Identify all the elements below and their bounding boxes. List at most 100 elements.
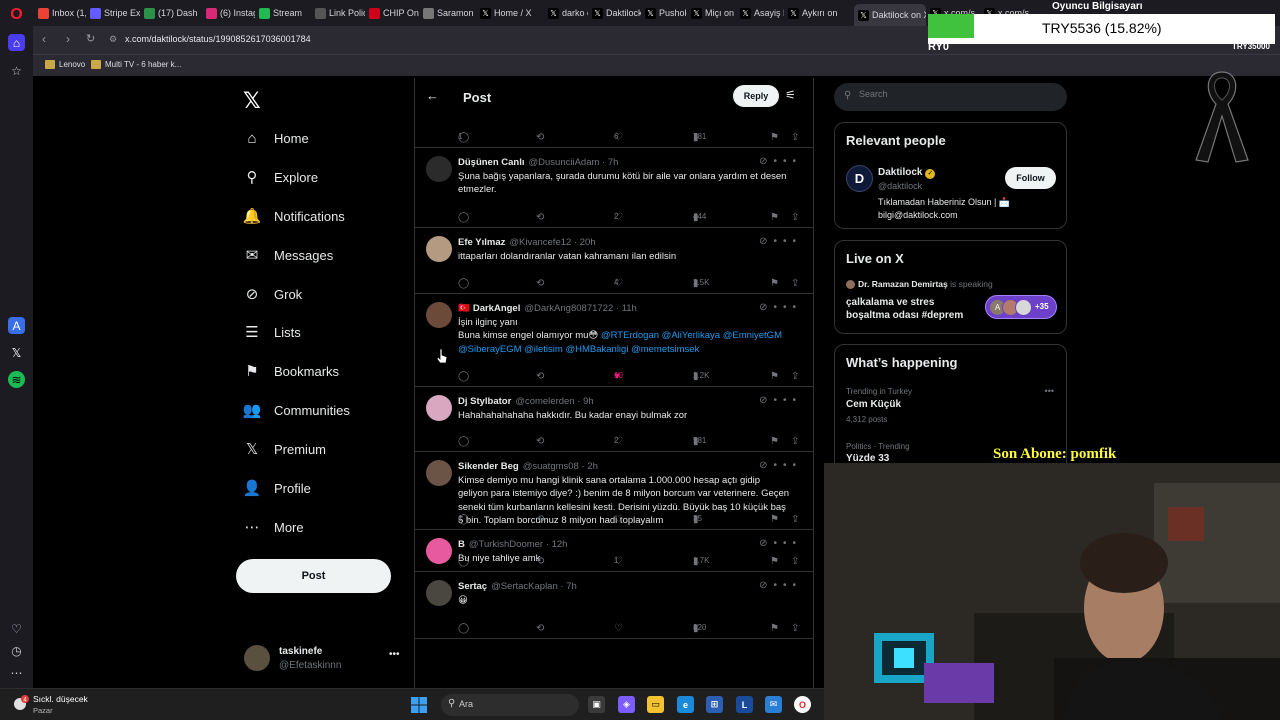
task-view-icon[interactable]: ▣ — [588, 696, 605, 713]
browser-tab[interactable]: CHIP Onl — [369, 4, 419, 22]
browser-tab[interactable]: Inbox (1, — [38, 4, 86, 22]
browser-tab[interactable]: 𝕏Daktilock on X: — [854, 4, 926, 26]
tweet-time[interactable]: 20h — [580, 237, 596, 248]
back-arrow-icon[interactable]: ← — [426, 88, 439, 103]
grok-icon[interactable]: ⊘ — [759, 460, 773, 471]
tweet[interactable]: B @TurkishDoomer · 12h ⊘••• Bu niye tahliye… — [415, 530, 813, 572]
bookmark-multi-tv[interactable]: Multi TV - 6 haber k... — [91, 60, 181, 69]
spotify-icon[interactable]: ≋ — [8, 371, 25, 388]
tweet-author-handle[interactable]: @Kivancefe12 — [509, 237, 571, 248]
opera-icon[interactable]: O — [794, 696, 811, 713]
grok-icon[interactable]: ⊘ — [759, 302, 773, 313]
profile-name[interactable]: Daktilock ✓ — [878, 167, 936, 179]
x-logo-icon[interactable]: 𝕏 — [243, 88, 261, 114]
grok-icon[interactable]: ⊘ — [759, 236, 773, 247]
tweet-author-name[interactable]: Düşünen Canlı — [458, 157, 525, 168]
bookmark-lenovo[interactable]: Lenovo — [45, 60, 85, 69]
tweet[interactable]: Sertaç @SertacKaplan · 7h ⊘••• 😀 ◯ ⟲ ♡ ▮ 820 ⚑ ⇪ — [415, 572, 813, 639]
tweet-author-handle[interactable]: @DarkAng80871722 — [524, 303, 613, 314]
live-on-x-card[interactable]: Live on X Dr. Ramazan Demirtaş is speaki… — [834, 240, 1067, 334]
live-listeners-pill[interactable]: A +35 — [985, 295, 1057, 319]
avatar[interactable] — [426, 460, 452, 486]
more-icon[interactable]: ••• — [773, 236, 802, 247]
tweet-author-handle[interactable]: @TurkishDoomer — [469, 539, 543, 550]
filter-settings-icon[interactable]: ⚟ — [785, 88, 796, 102]
post-button[interactable]: Post — [236, 559, 391, 593]
history-icon[interactable]: ◷ — [8, 642, 25, 659]
more-icon[interactable]: ••• — [773, 302, 802, 313]
edge-icon[interactable]: e — [677, 696, 694, 713]
back-icon[interactable]: ‹ — [42, 32, 46, 46]
browser-tab[interactable]: 𝕏darko on — [548, 4, 588, 22]
tweet[interactable]: Efe Yılmaz @Kivancefe12 · 20h ⊘••• ittaparl… — [415, 228, 813, 294]
grok-icon[interactable]: ⊘ — [759, 538, 773, 549]
more-icon[interactable]: ••• — [773, 538, 802, 549]
grok-icon[interactable]: ⊘ — [759, 580, 773, 591]
avatar[interactable] — [426, 538, 452, 564]
tweet-author-handle[interactable]: @DusunciiAdam — [529, 157, 600, 168]
avatar[interactable] — [426, 395, 452, 421]
mention-link[interactable]: @memetsimsek — [631, 344, 699, 355]
tweet-author-name[interactable]: DarkAngel — [473, 303, 521, 314]
tweet[interactable]: Dj Stylbator @comelerden · 9h ⊘••• Hahahaha… — [415, 387, 813, 452]
forward-icon[interactable]: › — [66, 32, 70, 46]
file-explorer-icon[interactable]: ▭ — [647, 696, 664, 713]
mention-link[interactable]: @SiberayEGM — [458, 344, 522, 355]
tweet[interactable]: Sikender Beg @suatgms08 · 2h ⊘••• Kimse dem… — [415, 452, 813, 530]
nav-item-lists[interactable]: ☰ Lists — [243, 320, 300, 344]
tweet-author-handle[interactable]: @suatgms08 — [523, 461, 579, 472]
reload-icon[interactable]: ↻ — [86, 32, 95, 45]
star-icon[interactable]: ☆ — [8, 62, 25, 79]
avatar[interactable] — [426, 580, 452, 606]
tweet-time[interactable]: 7h — [608, 157, 619, 168]
avatar[interactable] — [426, 302, 452, 328]
nav-item-grok[interactable]: ⊘ Grok — [243, 282, 302, 306]
browser-tab[interactable]: 𝕏 Home / X — [480, 4, 544, 22]
browser-tab[interactable]: 𝕏Miçı on X — [691, 4, 736, 22]
tweet-time[interactable]: 9h — [583, 396, 594, 407]
more-icon[interactable]: ••• — [1045, 386, 1054, 396]
windows-start-icon[interactable] — [411, 697, 427, 713]
store-icon[interactable]: ⊞ — [706, 696, 723, 713]
trend-name[interactable]: Cem Küçük — [846, 399, 901, 410]
nav-item-communities[interactable]: 👥 Communities — [243, 398, 350, 422]
browser-tab[interactable]: Saramon — [423, 4, 476, 22]
weather-icon[interactable]: 4 — [12, 694, 30, 712]
copilot-icon[interactable]: ◈ — [618, 696, 635, 713]
lenovo-vantage-icon[interactable]: L — [736, 696, 753, 713]
browser-tab[interactable]: (17) Dash — [144, 4, 202, 22]
opera-logo-icon[interactable]: O — [8, 6, 25, 23]
nav-item-home[interactable]: ⌂ Home — [243, 126, 308, 150]
browser-tab[interactable]: (6) Instag — [206, 4, 255, 22]
avatar[interactable]: D — [846, 165, 873, 192]
tweet-author-handle[interactable]: @comelerden — [515, 396, 574, 407]
follow-button[interactable]: Follow — [1005, 167, 1056, 189]
nav-item-notifications[interactable]: 🔔 Notifications — [243, 204, 345, 228]
more-icon[interactable]: ⋯ — [8, 664, 25, 681]
mention-link[interactable]: @iletisim — [524, 344, 563, 355]
heart-icon[interactable]: ♡ — [8, 620, 25, 637]
nav-item-profile[interactable]: 👤 Profile — [243, 476, 311, 500]
home-icon[interactable]: ⌂ — [8, 34, 25, 51]
browser-tab[interactable]: 𝕏Pusholde — [645, 4, 687, 22]
mention-link[interactable]: @RTErdogan — [601, 330, 659, 341]
nav-item-bookmarks[interactable]: ⚑ Bookmarks — [243, 359, 339, 383]
tweet-author-name[interactable]: Sertaç — [458, 581, 487, 592]
more-icon[interactable]: ••• — [773, 580, 802, 591]
nav-item-more[interactable]: ⋯ More — [243, 515, 304, 539]
mention-link[interactable]: @EmniyetGM — [723, 330, 782, 341]
tweet-author-handle[interactable]: @SertacKaplan — [491, 581, 558, 592]
mention-link[interactable]: @AliYerlikaya — [662, 330, 720, 341]
nav-item-explore[interactable]: ⚲ Explore — [243, 165, 319, 189]
reply-button[interactable]: Reply — [733, 85, 779, 107]
browser-tab[interactable]: Link Polic — [315, 4, 365, 22]
tweet-author-name[interactable]: Dj Stylbator — [458, 396, 511, 407]
mention-link[interactable]: @HMBakanligi — [565, 344, 628, 355]
site-info-icon[interactable]: ⚙ — [109, 34, 117, 45]
avatar[interactable] — [426, 156, 452, 182]
x-app-icon[interactable]: 𝕏 — [8, 344, 25, 361]
aria-icon[interactable]: A — [8, 317, 25, 334]
tweet-time[interactable]: 7h — [566, 581, 577, 592]
search-input[interactable] — [859, 89, 1059, 99]
browser-tab[interactable]: 𝕏 Aykırı on — [788, 4, 850, 22]
